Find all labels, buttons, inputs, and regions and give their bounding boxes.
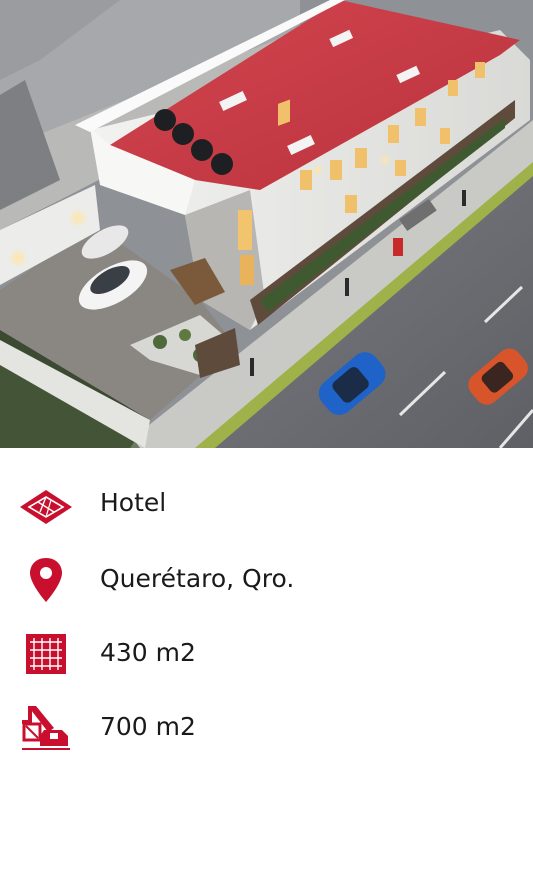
location-pin-icon [18,556,74,606]
floor-plan-icon [18,480,74,530]
crane-construction-icon [18,702,74,752]
detail-construction-text: 700 m2 [100,712,196,741]
detail-location-text: Querétaro, Qro. [100,564,295,593]
detail-row-area: 430 m2 [0,628,533,688]
grid-area-icon [18,630,74,680]
detail-area-text: 430 m2 [100,638,196,667]
detail-type-text: Hotel [100,488,167,517]
detail-row-type: Hotel [0,478,533,538]
hero-image [0,0,533,448]
aerial-rendering [0,0,533,448]
detail-row-location: Querétaro, Qro. [0,554,533,614]
detail-row-construction: 700 m2 [0,702,533,762]
project-card: Hotel Querétaro, Qro. 430 m2 700 m2 [0,0,533,896]
